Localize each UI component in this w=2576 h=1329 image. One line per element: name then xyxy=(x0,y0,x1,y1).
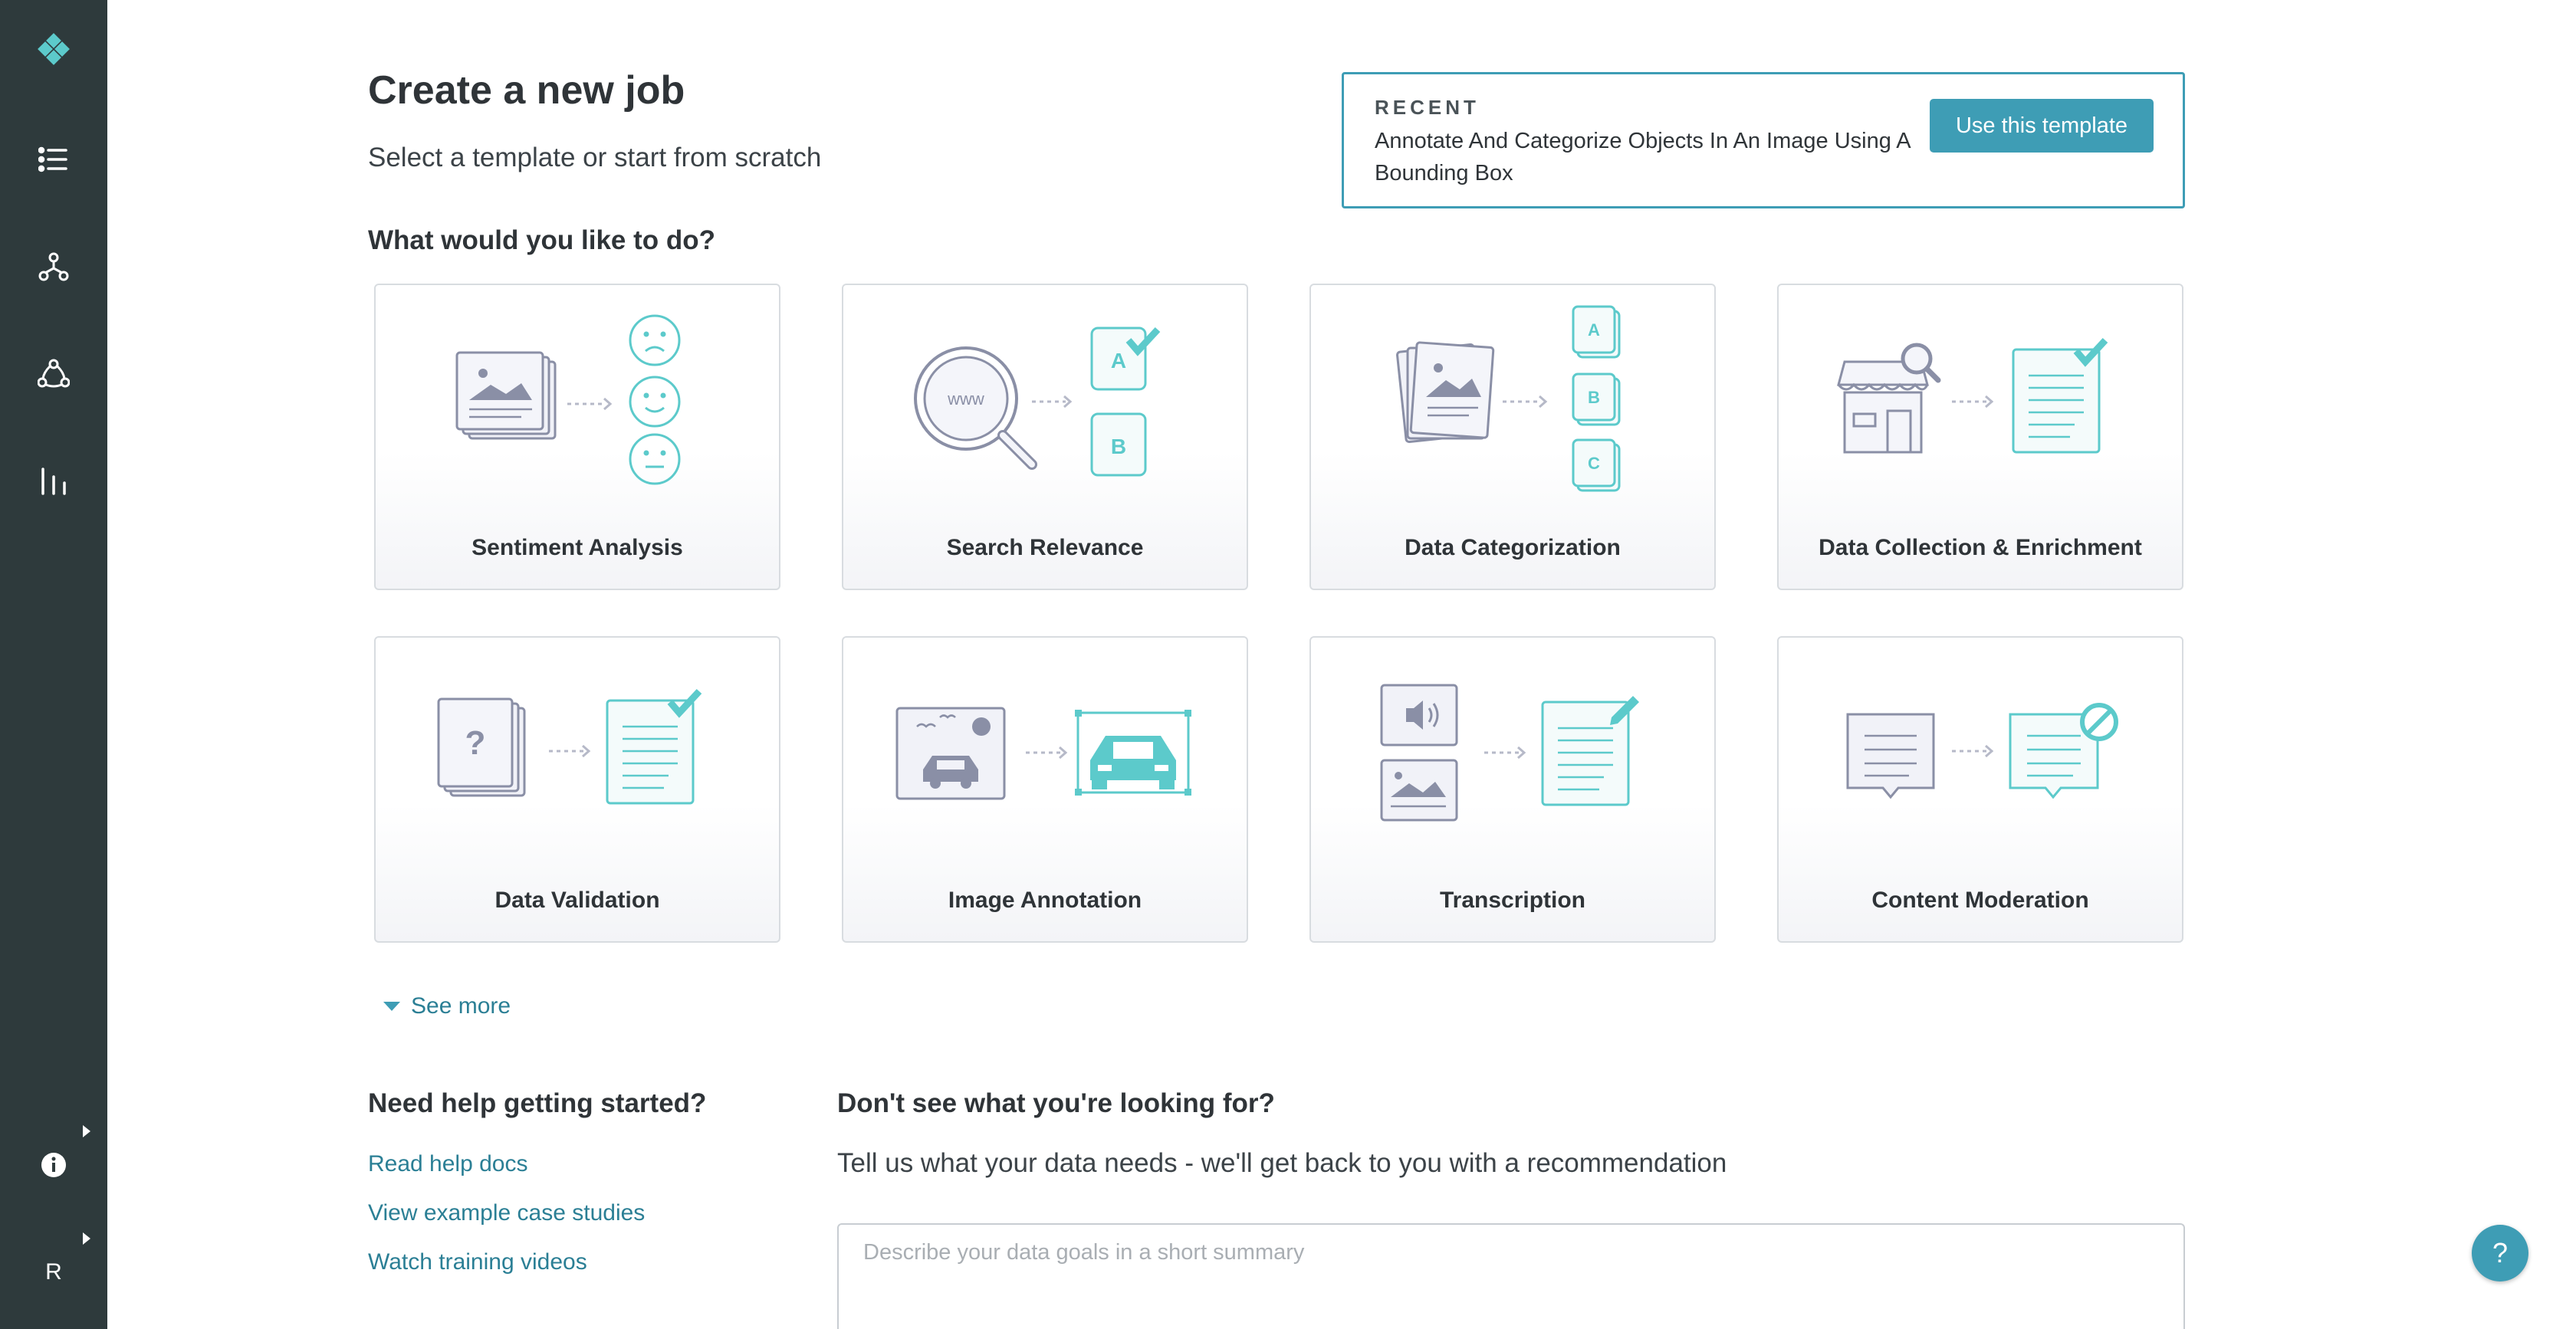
card-image-annotation[interactable]: Image Annotation xyxy=(842,636,1248,943)
svg-text:A: A xyxy=(1588,320,1600,340)
svg-text:C: C xyxy=(1588,454,1600,473)
see-more-link[interactable]: See more xyxy=(383,993,511,1019)
content-moderation-icon xyxy=(1846,703,2118,799)
search-relevance-icon: www A B xyxy=(914,327,1161,477)
card-data-collection-enrichment[interactable]: Data Collection & Enrichment xyxy=(1777,284,2183,590)
card-data-categorization[interactable]: A B C Data Categorization xyxy=(1309,284,1716,590)
workflows-icon[interactable] xyxy=(31,244,77,290)
watch-training-videos-link[interactable]: Watch training videos xyxy=(368,1249,587,1275)
card-label: Data Collection & Enrichment xyxy=(1819,535,2142,560)
contributors-icon[interactable] xyxy=(31,351,77,397)
svg-text:?: ? xyxy=(465,724,486,762)
recent-label: RECENT xyxy=(1375,96,1480,119)
view-case-studies-link[interactable]: View example case studies xyxy=(368,1200,645,1226)
sentiment-analysis-icon xyxy=(455,314,681,485)
request-subtitle: Tell us what your data needs - we'll get… xyxy=(837,1148,1727,1178)
card-label: Data Categorization xyxy=(1405,535,1621,560)
data-validation-icon: ? xyxy=(437,688,702,805)
card-label: Transcription xyxy=(1439,888,1586,913)
expand-arrow-icon[interactable] xyxy=(83,1125,90,1137)
card-label: Content Moderation xyxy=(1871,888,2089,913)
request-title: Don't see what you're looking for? xyxy=(837,1088,1275,1118)
caret-down-icon xyxy=(383,1002,400,1011)
see-more-label: See more xyxy=(411,993,511,1019)
reports-icon[interactable] xyxy=(31,458,77,504)
svg-text:www: www xyxy=(947,389,984,409)
transcription-icon xyxy=(1380,684,1639,822)
data-categorization-icon: A B C xyxy=(1396,305,1621,492)
recent-template-panel: RECENT Annotate And Categorize Objects I… xyxy=(1342,72,2185,208)
page-title: Create a new job xyxy=(368,68,685,113)
help-chat-button[interactable]: ? xyxy=(2472,1225,2528,1281)
data-collection-icon xyxy=(1837,337,2108,454)
card-transcription[interactable]: Transcription xyxy=(1309,636,1716,943)
user-avatar[interactable]: R xyxy=(31,1249,77,1295)
use-template-button[interactable]: Use this template xyxy=(1930,99,2154,153)
jobs-list-icon[interactable] xyxy=(31,136,77,182)
logo-icon[interactable] xyxy=(31,29,77,75)
read-help-docs-link[interactable]: Read help docs xyxy=(368,1151,527,1177)
image-annotation-icon xyxy=(895,707,1191,800)
help-title: Need help getting started? xyxy=(368,1088,707,1118)
card-label: Data Validation xyxy=(495,888,660,913)
card-sentiment-analysis[interactable]: Sentiment Analysis xyxy=(374,284,780,590)
expand-user-arrow-icon[interactable] xyxy=(83,1232,90,1245)
card-label: Search Relevance xyxy=(946,535,1144,560)
info-icon[interactable] xyxy=(31,1142,77,1188)
card-search-relevance[interactable]: www A B Search Relevance xyxy=(842,284,1248,590)
svg-text:A: A xyxy=(1111,349,1126,372)
svg-text:B: B xyxy=(1111,435,1126,458)
section-question: What would you like to do? xyxy=(368,225,716,255)
data-goals-input[interactable] xyxy=(837,1223,2185,1329)
card-data-validation[interactable]: ? Data Validation xyxy=(374,636,780,943)
page-subtitle: Select a template or start from scratch xyxy=(368,143,822,172)
svg-text:B: B xyxy=(1588,388,1600,407)
sidebar: R xyxy=(0,0,107,1329)
card-content-moderation[interactable]: Content Moderation xyxy=(1777,636,2183,943)
card-label: Sentiment Analysis xyxy=(472,535,683,560)
recent-template-name: Annotate And Categorize Objects In An Im… xyxy=(1375,129,1911,185)
card-label: Image Annotation xyxy=(948,888,1142,913)
